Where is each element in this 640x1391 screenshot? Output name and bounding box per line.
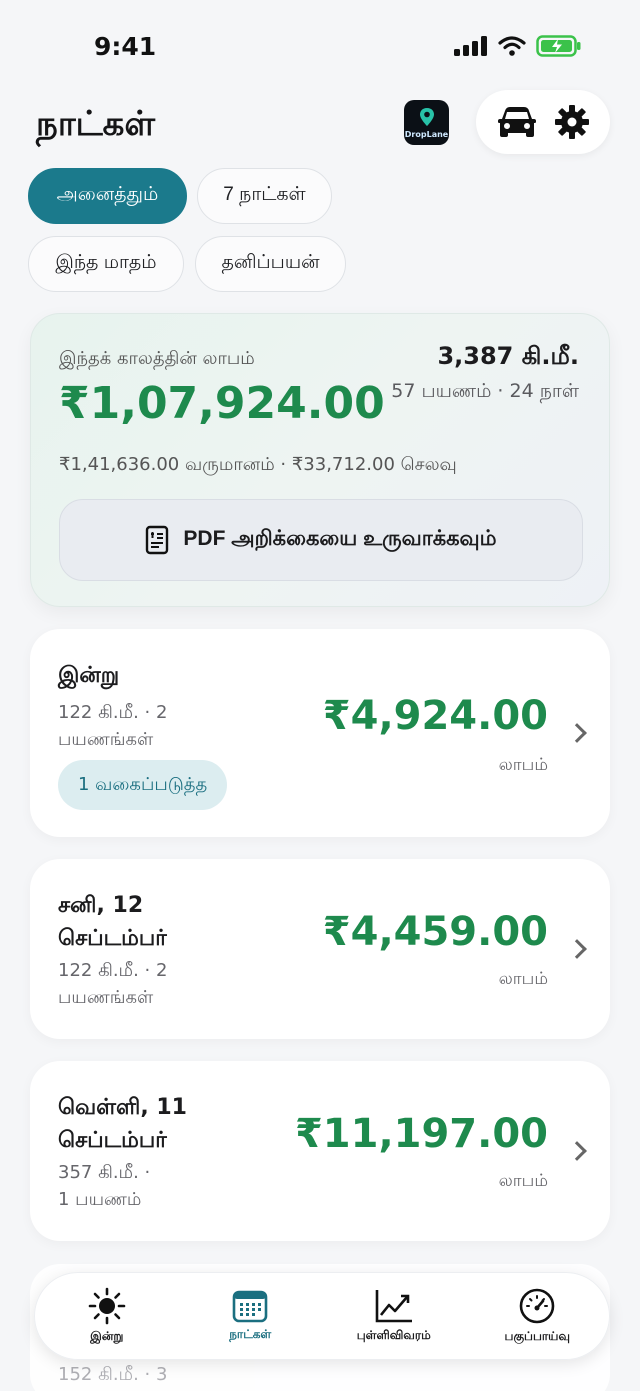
car-icon[interactable] (497, 105, 537, 139)
chevron-right-icon[interactable] (567, 723, 587, 743)
period-revenue-expense: ₹1,41,636.00 வருமானம் · ₹33,712.00 செலவு (59, 454, 457, 475)
generate-pdf-button[interactable]: PDF அறிக்கையை உருவாக்கவும் (59, 499, 583, 581)
day-distance: 357 கி.மீ. · (58, 1162, 151, 1183)
gear-icon[interactable] (554, 104, 590, 140)
period-summary-card: இந்தக் காலத்தின் லாபம் ₹1,07,924.00 3,38… (30, 313, 610, 607)
day-profit-label: லாபம் (498, 969, 548, 989)
day-title: இன்று (58, 663, 120, 688)
logo-text: DropLane (404, 130, 449, 139)
day-profit-amount: ₹4,924.00 (322, 693, 548, 739)
day-distance-trips: 122 கி.மீ. · 2 பயணங்கள் (58, 699, 167, 753)
page-title: நாட்கள் (36, 104, 156, 144)
nav-label: நாட்கள் (229, 1327, 272, 1341)
day-trips: பயணங்கள் (58, 987, 154, 1008)
day-profit-amount: ₹11,197.00 (294, 1111, 548, 1157)
nav-label: இன்று (90, 1329, 124, 1343)
status-icons (454, 35, 582, 57)
nav-days[interactable]: நாட்கள் (179, 1272, 330, 1360)
day-date: சனி, 12 (58, 893, 144, 918)
filter-custom[interactable]: தனிப்பயன் (195, 236, 346, 292)
day-profit-label: லாபம் (498, 755, 548, 775)
day-trips: 1 பயணம் (58, 1189, 142, 1210)
day-card-sat-12[interactable]: சனி, 12 செப்டம்பர் 122 கி.மீ. · 2 பயணங்க… (30, 859, 610, 1039)
nav-label: புள்ளிவிவரம் (356, 1328, 431, 1342)
day-distance-trips: 357 கி.மீ. · 1 பயணம் (58, 1159, 150, 1213)
droplane-logo[interactable]: DropLane (404, 100, 449, 145)
document-icon (146, 525, 169, 555)
filter-all[interactable]: அனைத்தும் (28, 168, 187, 224)
nav-label: பகுப்பாய்வு (504, 1329, 570, 1343)
day-card-today[interactable]: இன்று 122 கி.மீ. · 2 பயணங்கள் ₹4,924.00 … (30, 629, 610, 837)
day-title: வெள்ளி, 11 செப்டம்பர் (58, 1091, 187, 1157)
day-date: வெள்ளி, 11 (58, 1095, 187, 1120)
period-distance: 3,387 கி.மீ. (437, 342, 579, 370)
day-title: சனி, 12 செப்டம்பர் (58, 889, 167, 955)
uncategorized-badge[interactable]: 1 வகைப்படுத்த (58, 760, 228, 810)
day-distance: 122 கி.மீ. · 2 (58, 702, 168, 723)
map-pin-icon (419, 108, 434, 126)
bottom-navigation: இன்று நாட்கள் புள்ளிவிவரம் பகுப்பாய்வு (34, 1272, 610, 1360)
day-card-fri-11[interactable]: வெள்ளி, 11 செப்டம்பர் 357 கி.மீ. · 1 பயண… (30, 1061, 610, 1241)
chart-icon (375, 1290, 412, 1323)
day-distance: 122 கி.மீ. · 2 (58, 960, 168, 981)
day-month: செப்டம்பர் (58, 1128, 167, 1153)
filter-this-month[interactable]: இந்த மாதம் (28, 236, 184, 292)
day-month: செப்டம்பர் (58, 926, 167, 951)
filter-7-days[interactable]: 7 நாட்கள் (197, 168, 332, 224)
header-actions (476, 90, 610, 154)
battery-icon (536, 35, 581, 57)
status-time: 9:41 (94, 32, 157, 61)
sun-icon (88, 1287, 126, 1325)
chevron-right-icon[interactable] (567, 939, 587, 959)
pdf-button-label: PDF அறிக்கையை உருவாக்கவும் (183, 527, 497, 550)
period-profit-label: இந்தக் காலத்தின் லாபம் (59, 348, 255, 369)
day-profit-label: லாபம் (498, 1171, 548, 1191)
nav-analysis[interactable]: பகுப்பாய்வு (466, 1272, 610, 1360)
period-profit-value: ₹1,07,924.00 (59, 378, 385, 429)
nav-statistics[interactable]: புள்ளிவிவரம் (322, 1272, 466, 1360)
day-profit-amount: ₹4,459.00 (322, 909, 548, 955)
period-trips-days: 57 பயணம் · 24 நாள் (391, 380, 579, 402)
status-bar: 9:41 (0, 0, 640, 92)
nav-today[interactable]: இன்று (35, 1272, 179, 1360)
day-distance-trips: 152 கி.மீ. · 3 (58, 1364, 168, 1385)
signal-icon (454, 36, 487, 56)
wifi-icon (498, 36, 526, 56)
chevron-right-icon[interactable] (567, 1141, 587, 1161)
gauge-icon (519, 1288, 555, 1324)
day-trips: பயணங்கள் (58, 729, 154, 750)
day-distance-trips: 122 கி.மீ. · 2 பயணங்கள் (58, 957, 167, 1011)
calendar-icon (232, 1290, 268, 1323)
